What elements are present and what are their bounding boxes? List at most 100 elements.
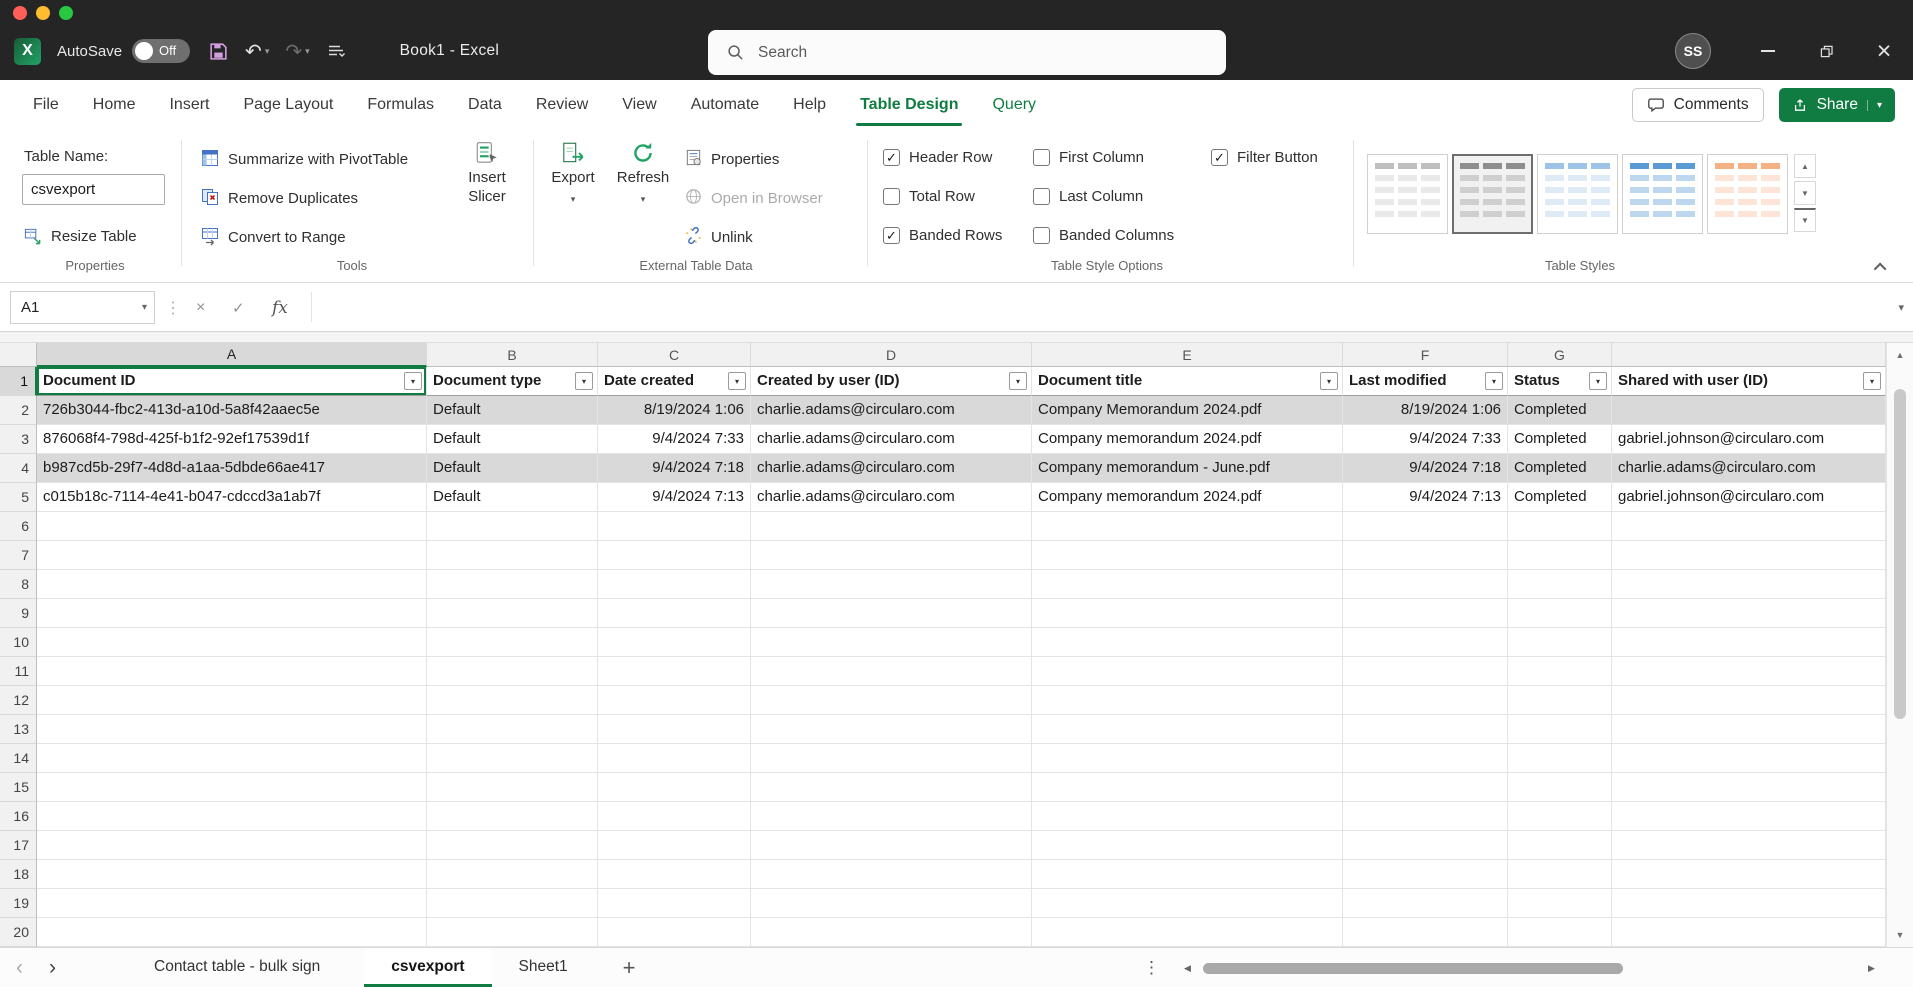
cell-D18[interactable] (751, 860, 1032, 889)
cell-G5[interactable]: Completed (1508, 483, 1612, 512)
cell-B5[interactable]: Default (427, 483, 598, 512)
cell-C14[interactable] (598, 744, 751, 773)
previous-sheet-button[interactable]: ‹ (6, 956, 33, 980)
cell-G15[interactable] (1508, 773, 1612, 802)
cell-B18[interactable] (427, 860, 598, 889)
cell-C3[interactable]: 9/4/2024 7:33 (598, 425, 751, 454)
filter-button[interactable]: ▾ (728, 372, 746, 390)
cell-B8[interactable] (427, 570, 598, 599)
cell-G7[interactable] (1508, 541, 1612, 570)
cell-C4[interactable]: 9/4/2024 7:18 (598, 454, 751, 483)
filter-button-checkbox[interactable]: ✓ (1211, 149, 1228, 166)
cell-D20[interactable] (751, 918, 1032, 947)
zoom-traffic-light[interactable] (59, 6, 73, 20)
cell-G12[interactable] (1508, 686, 1612, 715)
cell-C19[interactable] (598, 889, 751, 918)
row-header-5[interactable]: 5 (0, 483, 37, 512)
cell-D15[interactable] (751, 773, 1032, 802)
cell-B4[interactable]: Default (427, 454, 598, 483)
menu-tab-formulas[interactable]: Formulas (350, 80, 451, 130)
cell-B2[interactable]: Default (427, 396, 598, 425)
filter-button[interactable]: ▾ (575, 372, 593, 390)
last-column-checkbox[interactable] (1033, 188, 1050, 205)
row-header-3[interactable]: 3 (0, 425, 37, 454)
header-cell-shared-with-user-id[interactable]: Shared with user (ID)▾ (1612, 367, 1886, 396)
cell-A8[interactable] (37, 570, 427, 599)
cell-E18[interactable] (1032, 860, 1343, 889)
row-header-9[interactable]: 9 (0, 599, 37, 628)
column-header-F[interactable]: F (1343, 343, 1508, 367)
cell-E9[interactable] (1032, 599, 1343, 628)
cell-C9[interactable] (598, 599, 751, 628)
comments-button[interactable]: Comments (1632, 88, 1764, 122)
cell-F15[interactable] (1343, 773, 1508, 802)
cell-B14[interactable] (427, 744, 598, 773)
header-row-checkbox[interactable]: ✓ (883, 149, 900, 166)
banded-columns-option[interactable]: Banded Columns (1033, 227, 1211, 244)
cell-A14[interactable] (37, 744, 427, 773)
cell-H14[interactable] (1612, 744, 1886, 773)
row-header-10[interactable]: 10 (0, 628, 37, 657)
cell-C10[interactable] (598, 628, 751, 657)
scroll-left-button[interactable]: ◀ (1184, 948, 1191, 987)
cell-G9[interactable] (1508, 599, 1612, 628)
cell-H16[interactable] (1612, 802, 1886, 831)
cell-C8[interactable] (598, 570, 751, 599)
cell-H8[interactable] (1612, 570, 1886, 599)
next-sheet-button[interactable]: › (39, 956, 66, 980)
user-avatar[interactable]: SS (1675, 33, 1711, 69)
row-header-7[interactable]: 7 (0, 541, 37, 570)
table-style-swatch-light-blue[interactable] (1622, 154, 1703, 234)
row-header-1[interactable]: 1 (0, 367, 37, 396)
menu-tab-query[interactable]: Query (975, 80, 1053, 130)
cell-F3[interactable]: 9/4/2024 7:33 (1343, 425, 1508, 454)
cell-E4[interactable]: Company memorandum - June.pdf (1032, 454, 1343, 483)
restore-button[interactable] (1797, 28, 1855, 74)
cell-A19[interactable] (37, 889, 427, 918)
cell-D17[interactable] (751, 831, 1032, 860)
cell-A18[interactable] (37, 860, 427, 889)
cell-F16[interactable] (1343, 802, 1508, 831)
banded-columns-checkbox[interactable] (1033, 227, 1050, 244)
cell-C13[interactable] (598, 715, 751, 744)
menu-tab-home[interactable]: Home (76, 80, 153, 130)
row-header-4[interactable]: 4 (0, 454, 37, 483)
cell-H20[interactable] (1612, 918, 1886, 947)
cell-G19[interactable] (1508, 889, 1612, 918)
cell-H9[interactable] (1612, 599, 1886, 628)
cell-C18[interactable] (598, 860, 751, 889)
first-column-option[interactable]: First Column (1033, 149, 1211, 166)
menu-tab-data[interactable]: Data (451, 80, 519, 130)
gallery-scroll-up-button[interactable]: ▲ (1794, 154, 1816, 178)
cell-A15[interactable] (37, 773, 427, 802)
minimize-button[interactable] (1739, 28, 1797, 74)
cell-A13[interactable] (37, 715, 427, 744)
cell-H2[interactable] (1612, 396, 1886, 425)
cell-F11[interactable] (1343, 657, 1508, 686)
cell-A20[interactable] (37, 918, 427, 947)
cell-D3[interactable]: charlie.adams@circularo.com (751, 425, 1032, 454)
header-cell-document-title[interactable]: Document title▾ (1032, 367, 1343, 396)
column-header-C[interactable]: C (598, 343, 751, 367)
filter-button-option[interactable]: ✓Filter Button (1211, 149, 1381, 166)
cell-F2[interactable]: 8/19/2024 1:06 (1343, 396, 1508, 425)
formula-input[interactable] (318, 283, 1873, 332)
table-style-swatch-light-gray[interactable] (1452, 154, 1533, 234)
cell-H12[interactable] (1612, 686, 1886, 715)
menu-tab-automate[interactable]: Automate (674, 80, 776, 130)
filter-button[interactable]: ▾ (1863, 372, 1881, 390)
cell-F20[interactable] (1343, 918, 1508, 947)
cell-A6[interactable] (37, 512, 427, 541)
cell-G6[interactable] (1508, 512, 1612, 541)
cell-C6[interactable] (598, 512, 751, 541)
cell-F13[interactable] (1343, 715, 1508, 744)
cell-H4[interactable]: charlie.adams@circularo.com (1612, 454, 1886, 483)
cell-A3[interactable]: 876068f4-798d-425f-b1f2-92ef17539d1f (37, 425, 427, 454)
header-cell-status[interactable]: Status▾ (1508, 367, 1612, 396)
expand-formula-bar-button[interactable]: ▾ (1898, 283, 1904, 332)
cell-D10[interactable] (751, 628, 1032, 657)
properties-button[interactable]: Properties (684, 140, 823, 179)
summarize-with-pivottable-button[interactable]: Summarize with PivotTable (200, 140, 408, 179)
cell-E16[interactable] (1032, 802, 1343, 831)
filter-button[interactable]: ▾ (1009, 372, 1027, 390)
